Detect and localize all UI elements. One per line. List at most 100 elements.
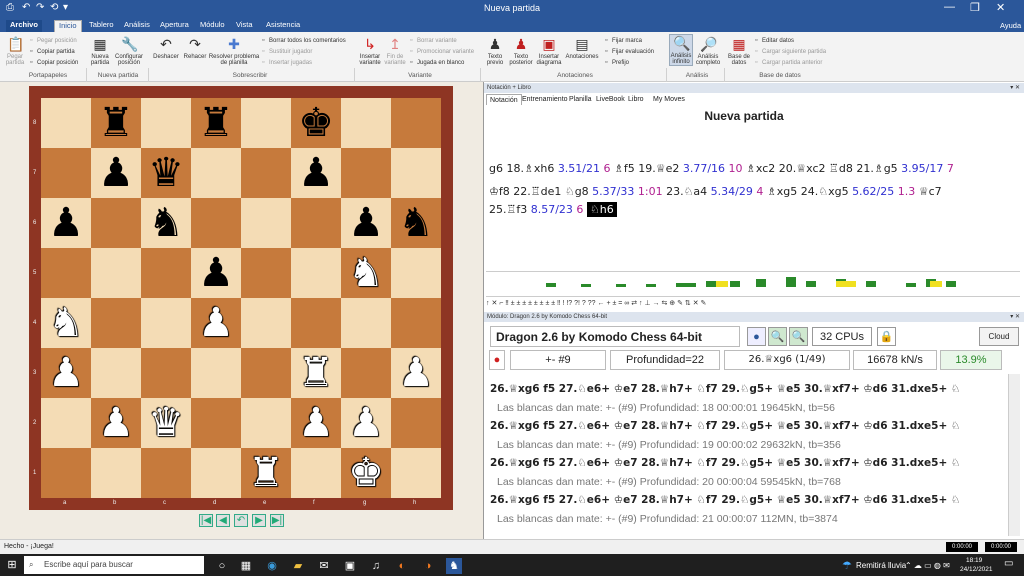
- board-square[interactable]: [291, 198, 341, 248]
- current-move[interactable]: ♘h6: [586, 202, 617, 217]
- board-square[interactable]: [241, 98, 291, 148]
- delete-comments-button[interactable]: ▫ Borrar todos los comentarios: [262, 37, 346, 45]
- move-text[interactable]: ♗xc2 20.♕xc2 ♖d8 21.♗g5: [743, 162, 902, 175]
- board-square[interactable]: [91, 348, 141, 398]
- infinite-analysis-button[interactable]: 🔍 Análisis infinito: [669, 34, 693, 66]
- board-square[interactable]: [91, 248, 141, 298]
- fix-eval-button[interactable]: ▫ Fijar evaluación: [605, 48, 654, 56]
- first-move-button[interactable]: |◀: [199, 514, 213, 527]
- move-time[interactable]: 4: [753, 185, 763, 198]
- delete-variant-button[interactable]: ▫ Borrar variante: [410, 37, 457, 45]
- maximize-button[interactable]: ❐: [970, 1, 980, 14]
- board-square[interactable]: [391, 398, 441, 448]
- board-square[interactable]: [241, 198, 291, 248]
- mail-icon[interactable]: ✉: [316, 558, 332, 574]
- board-square[interactable]: [291, 248, 341, 298]
- chess-piece[interactable]: ♟: [391, 348, 441, 398]
- move-time[interactable]: 1.3: [894, 185, 916, 198]
- tab-tablero[interactable]: Tablero: [85, 20, 118, 32]
- evaluation-graph[interactable]: [486, 271, 1020, 297]
- board-square[interactable]: [91, 298, 141, 348]
- board-square[interactable]: [191, 448, 241, 498]
- tab-analisis[interactable]: Análisis: [120, 20, 154, 32]
- load-next-button[interactable]: ▫ Cargar siguiente partida: [755, 48, 826, 56]
- insert-moves-button[interactable]: ▫ Insertar jugadas: [262, 59, 312, 67]
- tab-planilla[interactable]: Planilla: [566, 94, 595, 105]
- annotations-button[interactable]: ▤ Anotaciones: [563, 36, 601, 60]
- board-square[interactable]: [291, 448, 341, 498]
- chess-piece[interactable]: ♜: [91, 98, 141, 148]
- firefox-private-icon[interactable]: ◑: [420, 558, 436, 574]
- chess-board[interactable]: ♜ ♜ ♚ ♟ ♛ ♟ ♟ ♞ ♟ ♞ ♟ ♞ ♞ ♟ ♟ ♜ ♟ ♟ ♛ ♟ ♟ ♜ ♚ a b c d e f g h 8 7 6 5 4 3 2 1: [29, 86, 453, 510]
- blank-move-button[interactable]: ▫ Jugada en blanco: [410, 59, 464, 67]
- chess-piece[interactable]: ♟: [91, 148, 141, 198]
- database-button[interactable]: ▦ Base de datos: [727, 36, 751, 66]
- board-square[interactable]: [141, 98, 191, 148]
- engine-settings-button[interactable]: ●: [747, 327, 766, 346]
- board-square[interactable]: [391, 298, 441, 348]
- board-square[interactable]: [41, 398, 91, 448]
- zoom-in-button[interactable]: 🔍: [768, 327, 787, 346]
- board-square[interactable]: [291, 298, 341, 348]
- board-square[interactable]: [191, 198, 241, 248]
- chess-piece[interactable]: ♞: [391, 198, 441, 248]
- move-time[interactable]: 1:01: [634, 185, 663, 198]
- move-text[interactable]: ♗xg5 24.♘xg5: [763, 185, 852, 198]
- board-square[interactable]: [241, 148, 291, 198]
- move-evaluation[interactable]: 5.37/33: [592, 185, 634, 198]
- chess-piece[interactable]: ♟: [191, 248, 241, 298]
- engine-scrollbar[interactable]: [1008, 374, 1020, 536]
- board-square[interactable]: [391, 448, 441, 498]
- system-tray-icons[interactable]: ⌃ ☁ ▭ ◍ ✉: [905, 561, 950, 570]
- tab-vista[interactable]: Vista: [232, 20, 257, 32]
- board-square[interactable]: [191, 398, 241, 448]
- replace-player-button[interactable]: ▫ Sustituir jugador: [262, 48, 312, 56]
- paste-position-button[interactable]: ▫ Pegar posición: [30, 37, 77, 45]
- move-time[interactable]: 10: [725, 162, 743, 175]
- chess-piece[interactable]: ♞: [141, 198, 191, 248]
- chess-piece[interactable]: ♚: [341, 448, 391, 498]
- engine-pv-line[interactable]: 26.♕xg6 f5 27.♘e6+ ♔e7 28.♕h7+ ♘f7 29.♘g…: [490, 380, 960, 398]
- setup-position-button[interactable]: 🔧 Configurar posición: [113, 36, 145, 66]
- prefix-button[interactable]: ▫ Prefijo: [605, 59, 629, 67]
- chess-piece[interactable]: ♟: [41, 348, 91, 398]
- board-square[interactable]: [91, 448, 141, 498]
- file-explorer-icon[interactable]: ▰: [290, 558, 306, 574]
- tab-entrenamiento[interactable]: Entrenamiento: [519, 94, 571, 105]
- zoom-out-button[interactable]: 🔍: [789, 327, 808, 346]
- board-square[interactable]: [241, 348, 291, 398]
- tab-apertura[interactable]: Apertura: [156, 20, 193, 32]
- cloud-button[interactable]: Cloud: [979, 327, 1019, 346]
- chess-piece[interactable]: ♟: [191, 298, 241, 348]
- tab-libro[interactable]: Libro: [625, 94, 647, 105]
- chess-piece[interactable]: ♛: [141, 148, 191, 198]
- stop-engine-icon[interactable]: ●: [489, 350, 505, 370]
- last-move-button[interactable]: ▶|: [270, 514, 284, 527]
- board-square[interactable]: [41, 98, 91, 148]
- board-square[interactable]: [341, 148, 391, 198]
- chessbase-taskbar-icon[interactable]: ♞: [446, 558, 462, 574]
- tab-inicio[interactable]: Inicio: [54, 20, 82, 32]
- redo-button[interactable]: ↷ Rehacer: [182, 36, 208, 60]
- chess-piece[interactable]: ♚: [291, 98, 341, 148]
- full-analysis-button[interactable]: 🔎 Análisis completo: [695, 36, 721, 66]
- move-text[interactable]: ♕c7: [915, 185, 942, 198]
- board-square[interactable]: [391, 148, 441, 198]
- chess-piece[interactable]: ♞: [341, 248, 391, 298]
- engine-pv-line[interactable]: 26.♕xg6 f5 27.♘e6+ ♔e7 28.♕h7+ ♘f7 29.♘g…: [490, 454, 960, 472]
- chess-piece[interactable]: ♟: [91, 398, 141, 448]
- text-before-button[interactable]: ♟ Texto previo: [483, 36, 507, 66]
- board-square[interactable]: [141, 298, 191, 348]
- taskbar-search[interactable]: ⌕ Escribe aquí para buscar: [24, 556, 204, 574]
- solve-sheet-button[interactable]: ✚ Resolver problema de planilla: [208, 36, 260, 66]
- board-square[interactable]: [41, 248, 91, 298]
- chess-piece[interactable]: ♟: [291, 148, 341, 198]
- load-prev-button[interactable]: ▫ Cargar partida anterior: [755, 59, 822, 67]
- chess-piece[interactable]: ♜: [241, 448, 291, 498]
- move-evaluation[interactable]: 3.77/16: [683, 162, 725, 175]
- itunes-icon[interactable]: ♫: [368, 558, 384, 574]
- tab-notacion[interactable]: Notación: [486, 94, 522, 105]
- engine-pv-line[interactable]: 26.♕xg6 f5 27.♘e6+ ♔e7 28.♕h7+ ♘f7 29.♘g…: [490, 491, 960, 509]
- text-after-button[interactable]: ♟ Texto posterior: [507, 36, 535, 66]
- firefox-icon[interactable]: ◐: [394, 558, 410, 574]
